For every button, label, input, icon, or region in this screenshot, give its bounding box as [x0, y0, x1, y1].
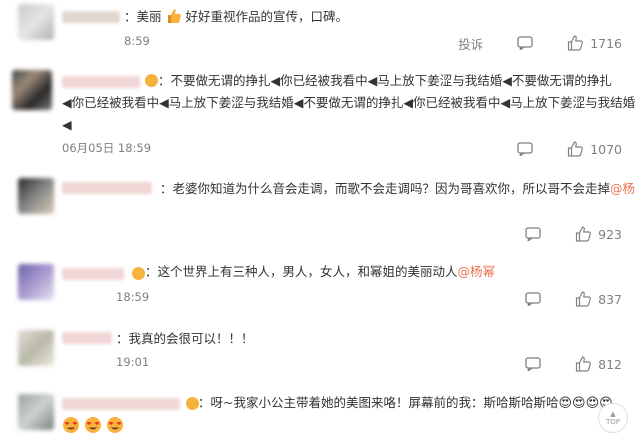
- reply-icon[interactable]: [525, 227, 541, 241]
- comment-actions: 923: [525, 224, 622, 244]
- like-button[interactable]: 837: [575, 291, 622, 307]
- up-arrow-icon: ▲: [610, 410, 616, 418]
- thumbs-up-icon: [576, 356, 592, 372]
- thumbs-up-icon: [576, 291, 592, 307]
- emoji-row: [62, 416, 124, 434]
- report-button[interactable]: 投诉: [458, 34, 483, 53]
- vip-badge-icon: [132, 267, 145, 280]
- avatar[interactable]: [18, 4, 54, 40]
- like-count: 1716: [590, 35, 622, 51]
- mention-link[interactable]: @杨幂: [458, 264, 496, 279]
- like-count: 1070: [590, 141, 622, 157]
- colon: ：: [160, 181, 173, 196]
- like-button[interactable]: 812: [575, 356, 622, 372]
- username-blurred[interactable]: [62, 332, 112, 344]
- like-count: 923: [598, 226, 622, 242]
- vip-badge-icon: [145, 74, 158, 87]
- username-blurred[interactable]: [62, 398, 180, 410]
- username-blurred[interactable]: [62, 182, 152, 194]
- back-to-top-button[interactable]: ▲ TOP: [598, 403, 628, 433]
- comment-text-line2: ◀你已经被我看中◀马上放下姜涩与我结婚◀不要做无谓的挣扎◀你已经被我看中◀马上放…: [62, 95, 636, 110]
- comment-2: ：不要做无谓的挣扎◀你已经被我看中◀马上放下姜涩与我结婚◀不要做无谓的挣扎 ◀你…: [0, 62, 640, 162]
- like-button[interactable]: 1716: [567, 35, 622, 51]
- colon: ：: [198, 395, 211, 410]
- avatar[interactable]: [18, 178, 54, 214]
- like-button[interactable]: 1070: [567, 141, 622, 157]
- timestamp: 8:59: [124, 34, 150, 48]
- comment-text-body: 这个世界上有三种人，男人，女人，和幂姐的美丽动人: [157, 264, 458, 279]
- colon: ：: [124, 9, 137, 24]
- comment-text-body: 我真的会很可以！！！: [128, 331, 254, 346]
- comment-text-body: 呀~我家小公主带着她的美图来咯！屏幕前的我：斯哈斯哈斯哈: [210, 395, 559, 410]
- thumbs-up-icon: [568, 35, 584, 51]
- comment-actions: 1070: [517, 139, 622, 159]
- heart-eyes-emoji-icon: [63, 417, 79, 433]
- reply-icon[interactable]: [525, 292, 541, 306]
- mention-link[interactable]: @杨: [610, 181, 635, 196]
- comment-text: ：美丽 好好重视作品的宣传，口碑。: [124, 6, 348, 31]
- comment-4: ：这个世界上有三种人，男人，女人，和幂姐的美丽动人@杨幂 18:59 837: [0, 258, 640, 318]
- comment-actions: 投诉 1716: [458, 33, 622, 53]
- avatar[interactable]: [18, 330, 54, 366]
- username-blurred[interactable]: [62, 76, 140, 88]
- top-label: TOP: [605, 418, 620, 426]
- heart-eyes-emoji-icon: [107, 417, 123, 433]
- comment-1: ：美丽 好好重视作品的宣传，口碑。 8:59 投诉 1716: [0, 0, 640, 60]
- comment-text: ：这个世界上有三种人，男人，女人，和幂姐的美丽动人@杨幂: [145, 261, 495, 283]
- comment-3: ：老婆你知道为什么音会走调，而歌不会走调吗？因为哥喜欢你，所以哥不会走掉@杨 9…: [0, 172, 640, 252]
- comment-6: ：呀~我家小公主带着她的美图来咯！屏幕前的我：斯哈斯哈斯哈😍😍😍😍: [0, 392, 640, 439]
- comment-text: ：呀~我家小公主带着她的美图来咯！屏幕前的我：斯哈斯哈斯哈😍😍😍😍: [198, 392, 613, 415]
- username-blurred[interactable]: [62, 11, 120, 23]
- comment-text-part1: 不要做无谓的挣扎◀你已经被我看中◀马上放下姜涩与我结婚◀不要做无谓的挣扎: [170, 73, 612, 88]
- comment-text: ：老婆你知道为什么音会走调，而歌不会走调吗？因为哥喜欢你，所以哥不会走掉@杨: [160, 178, 635, 200]
- comment-5: ：我真的会很可以！！！ 19:01 812: [0, 324, 640, 384]
- reply-icon[interactable]: [525, 357, 541, 371]
- timestamp: 06月05日 18:59: [62, 141, 152, 155]
- like-button[interactable]: 923: [575, 226, 622, 242]
- comment-text-line1: ：不要做无谓的挣扎◀你已经被我看中◀马上放下姜涩与我结婚◀不要做无谓的挣扎: [158, 70, 612, 92]
- comment-actions: 837: [525, 289, 622, 309]
- comment-text-body: 老婆你知道为什么音会走调，而歌不会走调吗？因为哥喜欢你，所以哥不会走掉: [172, 181, 611, 196]
- reply-icon[interactable]: [517, 36, 533, 50]
- avatar[interactable]: [18, 394, 54, 430]
- thumbs-up-icon: [576, 226, 592, 242]
- timestamp: 18:59: [116, 290, 150, 304]
- timestamp: 19:01: [116, 355, 150, 369]
- comment-text-part2: 好好重视作品的宣传，口碑。: [181, 9, 348, 24]
- heart-eyes-emoji-icon: [85, 417, 101, 433]
- comment-text-line3: ◀: [62, 117, 72, 132]
- colon: ：: [116, 331, 129, 346]
- colon: ：: [158, 73, 171, 88]
- username-blurred[interactable]: [62, 268, 124, 280]
- thumbs-up-icon: [568, 141, 584, 157]
- thumbs-up-emoji-icon: [166, 8, 182, 31]
- avatar[interactable]: [18, 264, 54, 300]
- comment-actions: 812: [525, 354, 622, 374]
- colon: ：: [145, 264, 158, 279]
- reply-icon[interactable]: [517, 142, 533, 156]
- comment-text-part1: 美丽: [136, 9, 166, 24]
- like-count: 812: [598, 356, 622, 372]
- comment-text: ：我真的会很可以！！！: [116, 328, 254, 350]
- like-count: 837: [598, 291, 622, 307]
- avatar[interactable]: [12, 70, 52, 110]
